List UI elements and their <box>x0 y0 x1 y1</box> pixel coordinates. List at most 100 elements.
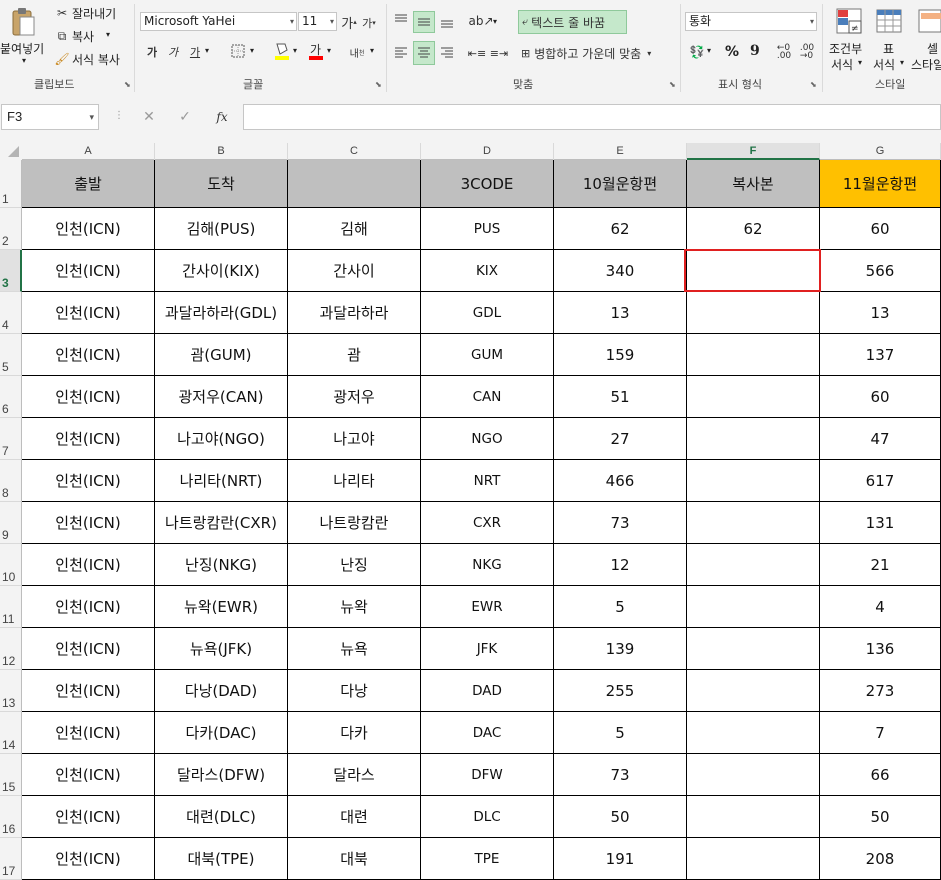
number-format-combo[interactable]: 통화 ▾ <box>685 12 817 31</box>
cell-e13[interactable]: 255 <box>554 670 687 712</box>
cell-a5[interactable]: 인천(ICN) <box>22 334 155 376</box>
cell-c14[interactable]: 다카 <box>288 712 421 754</box>
cell-g12[interactable]: 136 <box>820 628 941 670</box>
cell-d4[interactable]: GDL <box>421 292 554 334</box>
row-header[interactable]: 7 <box>0 418 22 460</box>
cell-a14[interactable]: 인천(ICN) <box>22 712 155 754</box>
cell-a3[interactable]: 인천(ICN) <box>22 250 155 292</box>
align-top-icon[interactable] <box>392 11 410 31</box>
column-header-e[interactable]: E <box>554 143 687 160</box>
conditional-formatting-icon[interactable]: ≠ <box>834 6 864 36</box>
row-header[interactable]: 15 <box>0 754 22 796</box>
header-cell-a[interactable]: 출발 <box>22 160 155 208</box>
font-color-dropdown-icon[interactable]: ▾ <box>327 46 331 55</box>
format-as-table-icon[interactable] <box>874 6 904 36</box>
cell-f3[interactable] <box>687 250 820 292</box>
cell-a16[interactable]: 인천(ICN) <box>22 796 155 838</box>
cell-e16[interactable]: 50 <box>554 796 687 838</box>
cell-c3[interactable]: 간사이 <box>288 250 421 292</box>
cell-b2[interactable]: 김해(PUS) <box>155 208 288 250</box>
row-header[interactable]: 3 <box>0 250 22 292</box>
row-header[interactable]: 13 <box>0 670 22 712</box>
cell-b3[interactable]: 간사이(KIX) <box>155 250 288 292</box>
chevron-down-icon[interactable]: ▾ <box>89 105 94 129</box>
row-header[interactable]: 6 <box>0 376 22 418</box>
cell-b16[interactable]: 대련(DLC) <box>155 796 288 838</box>
format-as-table-label-2[interactable]: 서식 <box>873 56 895 73</box>
cell-f13[interactable] <box>687 670 820 712</box>
cell-g11[interactable]: 4 <box>820 586 941 628</box>
cell-e7[interactable]: 27 <box>554 418 687 460</box>
cell-g6[interactable]: 60 <box>820 376 941 418</box>
cell-d14[interactable]: DAC <box>421 712 554 754</box>
merge-center-button[interactable]: ⊞ 병합하고 가운데 맞춤 ▾ <box>518 42 677 64</box>
cell-d7[interactable]: NGO <box>421 418 554 460</box>
row-header[interactable]: 17 <box>0 838 22 880</box>
cell-c13[interactable]: 다낭 <box>288 670 421 712</box>
cell-d6[interactable]: CAN <box>421 376 554 418</box>
text-orientation-icon[interactable]: ab↗ <box>468 11 493 31</box>
cell-c2[interactable]: 김해 <box>288 208 421 250</box>
cell-e3[interactable]: 340 <box>554 250 687 292</box>
cell-e11[interactable]: 5 <box>554 586 687 628</box>
font-size-combo[interactable]: 11 ▾ <box>298 12 337 31</box>
cell-c15[interactable]: 달라스 <box>288 754 421 796</box>
cell-g4[interactable]: 13 <box>820 292 941 334</box>
row-header[interactable]: 5 <box>0 334 22 376</box>
font-name-combo[interactable]: Microsoft YaHei ▾ <box>140 12 297 31</box>
cell-g10[interactable]: 21 <box>820 544 941 586</box>
row-header[interactable]: 4 <box>0 292 22 334</box>
select-all-button[interactable] <box>0 143 22 160</box>
fill-color-dropdown-icon[interactable]: ▾ <box>293 46 297 55</box>
paste-icon[interactable] <box>8 6 38 38</box>
cell-a4[interactable]: 인천(ICN) <box>22 292 155 334</box>
insert-function-icon[interactable]: fx <box>212 108 232 126</box>
column-header-a[interactable]: A <box>22 143 155 160</box>
format-painter-icon[interactable]: 🖌 <box>54 51 70 67</box>
decrease-indent-icon[interactable]: ⇤≡ <box>468 43 486 63</box>
phonetic-dropdown-icon[interactable]: ▾ <box>370 46 374 55</box>
header-cell-e[interactable]: 10월운항편 <box>554 160 687 208</box>
cell-c6[interactable]: 광저우 <box>288 376 421 418</box>
cell-c17[interactable]: 대북 <box>288 838 421 880</box>
comma-style-button[interactable]: 9 <box>750 43 760 59</box>
alignment-launcher-icon[interactable]: ⬊ <box>669 80 676 89</box>
row-header[interactable]: 2 <box>0 208 22 250</box>
cell-e2[interactable]: 62 <box>554 208 687 250</box>
border-icon[interactable] <box>230 43 246 59</box>
cell-d16[interactable]: DLC <box>421 796 554 838</box>
table-dropdown-icon[interactable]: ▾ <box>900 58 904 67</box>
format-painter-button[interactable]: 서식 복사 <box>72 51 120 68</box>
cell-d12[interactable]: JFK <box>421 628 554 670</box>
cell-g13[interactable]: 273 <box>820 670 941 712</box>
cell-f7[interactable] <box>687 418 820 460</box>
header-cell-b[interactable]: 도착 <box>155 160 288 208</box>
cell-e4[interactable]: 13 <box>554 292 687 334</box>
orientation-dropdown-icon[interactable]: ▾ <box>493 17 497 26</box>
cell-c10[interactable]: 난징 <box>288 544 421 586</box>
percent-style-button[interactable]: % <box>725 44 739 60</box>
conditional-dropdown-icon[interactable]: ▾ <box>858 58 862 67</box>
cell-d9[interactable]: CXR <box>421 502 554 544</box>
cell-a13[interactable]: 인천(ICN) <box>22 670 155 712</box>
header-cell-g[interactable]: 11월운항편 <box>820 160 941 208</box>
font-launcher-icon[interactable]: ⬊ <box>375 80 382 89</box>
confirm-entry-icon[interactable]: ✓ <box>176 108 194 126</box>
cell-d5[interactable]: GUM <box>421 334 554 376</box>
cell-c11[interactable]: 뉴왁 <box>288 586 421 628</box>
column-header-c[interactable]: C <box>288 143 421 160</box>
cell-e9[interactable]: 73 <box>554 502 687 544</box>
cell-f8[interactable] <box>687 460 820 502</box>
phonetic-guide-icon[interactable]: 내천 <box>346 42 368 62</box>
cell-d8[interactable]: NRT <box>421 460 554 502</box>
cell-a6[interactable]: 인천(ICN) <box>22 376 155 418</box>
cell-e8[interactable]: 466 <box>554 460 687 502</box>
cell-b14[interactable]: 다카(DAC) <box>155 712 288 754</box>
row-header[interactable]: 14 <box>0 712 22 754</box>
cell-f4[interactable] <box>687 292 820 334</box>
cell-f5[interactable] <box>687 334 820 376</box>
format-as-table-label-1[interactable]: 표 <box>883 40 894 57</box>
scissors-icon[interactable]: ✂ <box>54 5 70 21</box>
header-cell-d[interactable]: 3CODE <box>421 160 554 208</box>
number-launcher-icon[interactable]: ⬊ <box>810 80 817 89</box>
